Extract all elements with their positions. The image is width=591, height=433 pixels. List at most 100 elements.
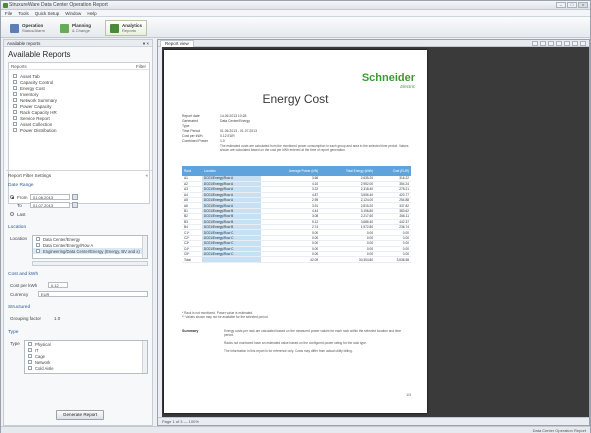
location-item[interactable]: Engineering/Data Center/Energy (Energy, …	[33, 248, 147, 254]
ribbon-tab-analytics[interactable]: Analytics Reports	[105, 20, 148, 36]
table-cell: 42.09	[261, 256, 321, 263]
energy-table: Rack Location Average Power (kW) Total E…	[182, 166, 411, 263]
report-checkbox[interactable]	[13, 86, 17, 90]
table-row: Total 42.09 30,304.80 3,636.58	[182, 256, 411, 263]
ribbon-tab-operation[interactable]: Operation Status/Alarm	[5, 20, 50, 36]
report-title: Energy Cost	[262, 92, 329, 106]
report-checkbox[interactable]	[13, 122, 17, 126]
window-title: StruxureWare Data Center Operation Repor…	[9, 2, 108, 8]
first-page-icon[interactable]	[532, 41, 538, 46]
from-date-field[interactable]: 01.06.2013	[30, 194, 70, 200]
ribbon: Operation Status/Alarm Planning & Change A…	[1, 17, 590, 38]
report-checkbox[interactable]	[13, 116, 17, 120]
currency-label: Currency	[10, 292, 29, 297]
menu-tools[interactable]: Tools	[18, 10, 29, 16]
type-label: Type	[10, 341, 20, 346]
brand-logo-sub: Electric	[400, 84, 415, 89]
menu-quick-setup[interactable]: Quick Setup	[35, 10, 60, 16]
report-checkbox[interactable]	[13, 110, 17, 114]
location-checkbox[interactable]	[36, 243, 40, 247]
table-cell: 3,636.58	[375, 256, 411, 263]
summary-label: Summary	[182, 329, 199, 333]
currency-select[interactable]: EUR	[38, 291, 148, 297]
structured-title: Structured	[8, 305, 31, 310]
tab-report-view[interactable]: Report view	[160, 40, 194, 47]
type-checkbox[interactable]	[28, 342, 32, 346]
table-cell: 30,304.80	[320, 256, 376, 263]
brand-logo: Schneider	[361, 72, 415, 84]
to-label: To	[17, 203, 22, 208]
calendar-icon[interactable]	[72, 194, 78, 200]
type-scrollbar[interactable]	[142, 341, 147, 373]
type-title: Type	[8, 330, 19, 335]
report-checkbox[interactable]	[13, 74, 17, 78]
close-icon[interactable]: ×	[578, 2, 588, 8]
type-checkbox[interactable]	[28, 354, 32, 358]
report-checkbox[interactable]	[13, 98, 17, 102]
menu-help[interactable]: Help	[87, 10, 96, 16]
viewer-statusbar: Page 1 of 3 — 100%	[158, 417, 589, 425]
col-header: Rack	[182, 166, 202, 176]
export-icon[interactable]	[580, 41, 586, 46]
report-viewer: Report view Schneider Electric Energy Co…	[157, 39, 590, 426]
report-description: The estimated costs are calculated from …	[220, 144, 409, 152]
location-title: Location	[8, 225, 27, 230]
planning-icon	[60, 23, 69, 33]
viewer-toolbar	[532, 41, 586, 46]
report-checkbox[interactable]	[13, 128, 17, 132]
type-checkbox[interactable]	[28, 360, 32, 364]
generate-report-button[interactable]: Generate Report	[56, 410, 104, 420]
cost-per-kwh-field[interactable]: 0.12	[48, 282, 68, 288]
reports-panel: Available reports ▾ × Available Reports …	[3, 39, 153, 426]
last-page-icon[interactable]	[556, 41, 562, 46]
print-icon[interactable]	[572, 41, 578, 46]
cost-per-kwh-label: Cost per kWh	[10, 283, 38, 288]
to-date-field[interactable]: 01.07.2013	[30, 202, 70, 208]
maximize-icon[interactable]: □	[567, 2, 577, 8]
available-reports-title: Available Reports	[8, 50, 71, 59]
menu-window[interactable]: Window	[65, 10, 81, 16]
reports-list-header: Reports Filter	[9, 63, 149, 70]
filter-link[interactable]: Filter	[136, 63, 146, 69]
panel-header: Available reports ▾ ×	[4, 40, 152, 47]
last-label: Last	[17, 212, 26, 217]
panel-header-title[interactable]: Available reports	[7, 41, 40, 46]
from-radio[interactable]	[10, 195, 14, 199]
page-status: Page 1 of 3 — 100%	[162, 419, 199, 424]
location-listbox[interactable]: Data Center/Energy Data Center/Energy/Ro…	[32, 235, 148, 259]
type-checkbox[interactable]	[28, 348, 32, 352]
zoom-icon[interactable]	[564, 41, 570, 46]
pin-icon[interactable]: ▾ ×	[143, 41, 149, 47]
minimize-icon[interactable]: –	[556, 2, 566, 8]
window-controls: – □ ×	[556, 2, 588, 8]
type-listbox[interactable]: Physical IT Cage Network Cold Aisle	[24, 340, 148, 374]
next-page-icon[interactable]	[548, 41, 554, 46]
divider	[6, 170, 152, 171]
from-label: From	[17, 195, 28, 200]
cost-title: Cost and kWh	[8, 272, 39, 277]
location-checkbox[interactable]	[36, 249, 40, 253]
calendar-icon[interactable]	[72, 202, 78, 208]
report-checkbox[interactable]	[13, 104, 17, 108]
table-cell: Total	[182, 256, 202, 263]
location-scrollbar[interactable]	[142, 236, 147, 258]
report-page: Schneider Electric Energy Cost Report da…	[164, 50, 427, 413]
table-cell	[201, 256, 262, 263]
type-checkbox[interactable]	[28, 366, 32, 370]
report-checkbox[interactable]	[13, 92, 17, 96]
type-item[interactable]: Cold Aisle	[25, 365, 147, 371]
col-header: Cost (EUR)	[375, 166, 411, 176]
app-icon	[3, 3, 8, 8]
prev-page-icon[interactable]	[540, 41, 546, 46]
grouping-label: Grouping factor	[10, 316, 42, 321]
grouping-value[interactable]: 1.0	[54, 316, 60, 321]
report-item[interactable]: Power Distribution	[9, 127, 149, 133]
viewer-gutter	[158, 47, 162, 417]
collapse-icon[interactable]: «	[145, 173, 148, 178]
report-checkbox[interactable]	[13, 80, 17, 84]
last-radio[interactable]	[10, 212, 14, 216]
location-checkbox[interactable]	[36, 237, 40, 241]
location-hscrollbar[interactable]	[32, 261, 148, 266]
menu-file[interactable]: File	[5, 10, 12, 16]
ribbon-tab-planning[interactable]: Planning & Change	[55, 20, 96, 36]
